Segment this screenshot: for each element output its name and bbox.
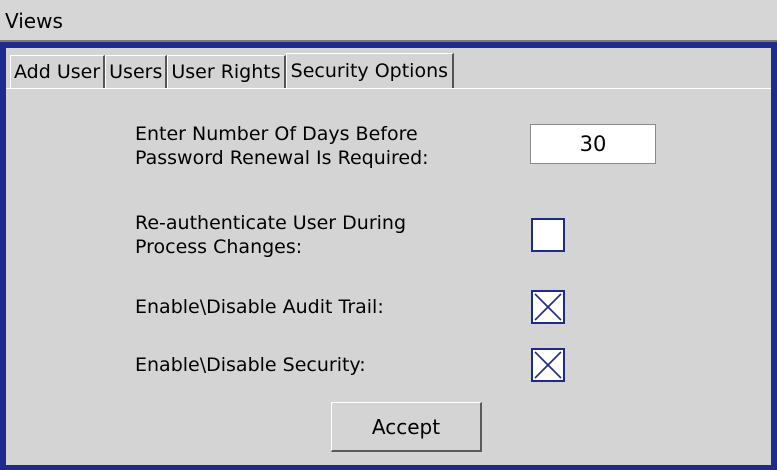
tab-strip: Add User Users User Rights Security Opti… (10, 53, 455, 88)
title-bar: Views (0, 0, 777, 42)
views-window: Views Add User Users User Rights Securit… (0, 0, 777, 470)
tab-security-options[interactable]: Security Options (285, 53, 455, 88)
tab-user-rights[interactable]: User Rights (167, 55, 286, 88)
reauth-label-line2: Process Changes: (135, 236, 303, 258)
security-label: Enable\Disable Security: (135, 354, 366, 376)
tab-add-user[interactable]: Add User (10, 55, 106, 88)
security-checkbox[interactable] (531, 348, 565, 382)
checkmark-x-icon (534, 351, 562, 379)
accept-button[interactable]: Accept (331, 402, 482, 452)
days-label-line2: Password Renewal Is Required: (135, 147, 429, 169)
days-before-renewal-input[interactable]: 30 (530, 124, 656, 164)
days-label-line1: Enter Number Of Days Before (135, 123, 418, 145)
checkmark-x-icon (534, 293, 562, 321)
reauth-checkbox[interactable] (531, 218, 565, 252)
reauth-label-line1: Re-authenticate User During (135, 212, 407, 234)
audit-trail-label: Enable\Disable Audit Trail: (135, 296, 384, 318)
audit-trail-checkbox[interactable] (531, 290, 565, 324)
window-title: Views (5, 9, 63, 33)
tab-users[interactable]: Users (105, 55, 168, 88)
